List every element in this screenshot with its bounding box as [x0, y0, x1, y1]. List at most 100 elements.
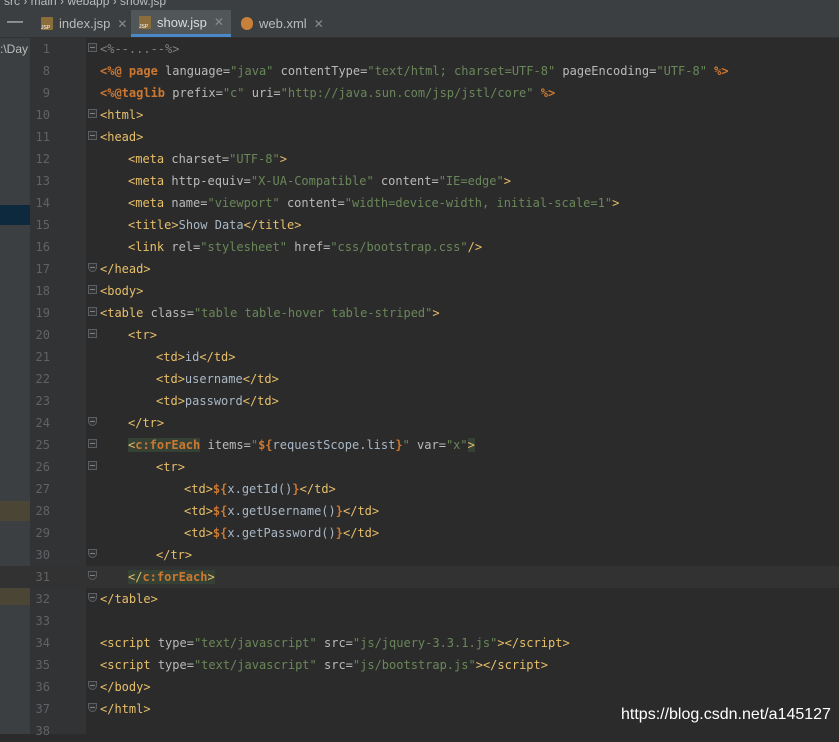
code-token: >	[271, 394, 279, 408]
code-line[interactable]: 21 <td>id</td>	[0, 346, 839, 368]
fold-end-icon[interactable]	[88, 571, 97, 580]
code-line[interactable]: 23 <td>password</td>	[0, 390, 839, 412]
fold-end-icon[interactable]	[88, 593, 97, 602]
code-text: <%@ page language="java" contentType="te…	[100, 60, 729, 82]
code-line[interactable]: 33	[0, 610, 839, 632]
code-line[interactable]: 28 <td>${x.getUsername()}</td>	[0, 500, 839, 522]
code-line[interactable]: 22 <td>username</td>	[0, 368, 839, 390]
fold-collapse-icon[interactable]	[88, 285, 97, 294]
code-token: username	[184, 372, 243, 386]
code-line[interactable]: 32 </table>	[0, 588, 839, 610]
code-line[interactable]: 29 <td>${x.getPassword()}</td>	[0, 522, 839, 544]
code-text: <meta charset="UTF-8">	[128, 148, 287, 170]
line-number[interactable]: 1	[30, 38, 50, 60]
fold-end-icon[interactable]	[88, 549, 97, 558]
line-number[interactable]: 28	[30, 500, 50, 522]
code-line[interactable]: 31 </c:forEach>	[0, 566, 839, 588]
tab-web-xml[interactable]: web.xml ✕	[233, 10, 328, 37]
code-line[interactable]: 18 <body>	[0, 280, 839, 302]
code-line[interactable]: 17 </head>	[0, 258, 839, 280]
code-line[interactable]: 14 <meta name="viewport" content="width=d…	[0, 192, 839, 214]
line-number[interactable]: 15	[30, 214, 50, 236]
line-number[interactable]: 35	[30, 654, 50, 676]
line-number[interactable]: 27	[30, 478, 50, 500]
code-line[interactable]: 35 <script type="text/javascript" src="js…	[0, 654, 839, 676]
code-line[interactable]: 13 <meta http-equiv="X-UA-Compatible" con…	[0, 170, 839, 192]
close-icon[interactable]: ✕	[214, 15, 224, 29]
collapse-panel-button[interactable]: —	[0, 10, 30, 37]
code-line[interactable]: 34 <script type="text/javascript" src="js…	[0, 632, 839, 654]
line-number[interactable]: 31	[30, 566, 50, 588]
code-line[interactable]: 10 <html>	[0, 104, 839, 126]
code-line[interactable]: 16 <link rel="stylesheet" href="css/boots…	[0, 236, 839, 258]
line-number[interactable]: 14	[30, 192, 50, 214]
line-number[interactable]: 33	[30, 610, 50, 632]
line-number[interactable]: 23	[30, 390, 50, 412]
fold-end-icon[interactable]	[88, 417, 97, 426]
line-number[interactable]: 13	[30, 170, 50, 192]
code-line[interactable]: 24 </tr>	[0, 412, 839, 434]
breadcrumb[interactable]: src › main › webapp › show.jsp	[4, 0, 166, 8]
line-number[interactable]: 32	[30, 588, 50, 610]
tab-show-jsp[interactable]: show.jsp ✕	[131, 10, 231, 37]
code-line[interactable]: 8 <%@ page language="java" contentType="t…	[0, 60, 839, 82]
code-token: td	[191, 526, 206, 540]
code-line[interactable]: 25 <c:forEach items="${requestScope.list}…	[0, 434, 839, 456]
code-line[interactable]: 20 <tr>	[0, 324, 839, 346]
line-number[interactable]: 38	[30, 720, 50, 742]
line-number[interactable]: 16	[30, 236, 50, 258]
line-number[interactable]: 20	[30, 324, 50, 346]
code-text: </tr>	[128, 412, 164, 434]
fold-end-icon[interactable]	[88, 703, 97, 712]
code-line[interactable]: 1 <%--...--%>	[0, 38, 839, 60]
fold-end-icon[interactable]	[88, 263, 97, 272]
code-token: src=	[316, 658, 353, 672]
close-icon[interactable]: ✕	[314, 17, 324, 31]
line-number[interactable]: 34	[30, 632, 50, 654]
fold-collapse-icon[interactable]	[88, 131, 97, 140]
line-number[interactable]: 25	[30, 434, 50, 456]
code-token: "table table-hover table-striped"	[193, 306, 433, 320]
line-number[interactable]: 12	[30, 148, 50, 170]
fold-collapse-icon[interactable]	[88, 43, 97, 52]
line-number[interactable]: 36	[30, 676, 50, 698]
fold-collapse-icon[interactable]	[88, 439, 97, 448]
fold-collapse-icon[interactable]	[88, 109, 97, 118]
code-line[interactable]: 36 </body>	[0, 676, 839, 698]
code-token: href=	[286, 240, 331, 254]
line-number[interactable]: 24	[30, 412, 50, 434]
code-line[interactable]: 15 <title>Show Data</title>	[0, 214, 839, 236]
line-number[interactable]: 17	[30, 258, 50, 280]
code-token: >	[279, 152, 287, 166]
code-line[interactable]: 27 <td>${x.getId()}</td>	[0, 478, 839, 500]
fold-collapse-icon[interactable]	[88, 461, 97, 470]
line-number[interactable]: 11	[30, 126, 50, 148]
line-number[interactable]: 10	[30, 104, 50, 126]
line-number[interactable]: 29	[30, 522, 50, 544]
line-number[interactable]: 18	[30, 280, 50, 302]
code-token: meta	[135, 174, 172, 188]
code-line[interactable]: 11 <head>	[0, 126, 839, 148]
code-line[interactable]: 19 <table class="table table-hover table-…	[0, 302, 839, 324]
close-icon[interactable]: ✕	[117, 17, 127, 31]
line-number[interactable]: 22	[30, 368, 50, 390]
line-number[interactable]: 8	[30, 60, 50, 82]
line-number[interactable]: 9	[30, 82, 50, 104]
code-text: <td>${x.getId()}</td>	[184, 478, 336, 500]
code-line[interactable]: 26 <tr>	[0, 456, 839, 478]
line-number[interactable]: 26	[30, 456, 50, 478]
code-token: head	[107, 130, 137, 144]
code-line[interactable]: 9 <%@taglib prefix="c" uri="http://java.s…	[0, 82, 839, 104]
fold-collapse-icon[interactable]	[88, 307, 97, 316]
line-number[interactable]: 37	[30, 698, 50, 720]
code-line[interactable]: 12 <meta charset="UTF-8">	[0, 148, 839, 170]
line-number[interactable]: 19	[30, 302, 50, 324]
line-number[interactable]: 21	[30, 346, 50, 368]
fold-collapse-icon[interactable]	[88, 329, 97, 338]
fold-end-icon[interactable]	[88, 681, 97, 690]
line-number[interactable]: 30	[30, 544, 50, 566]
tab-index-jsp[interactable]: index.jsp ✕	[33, 10, 129, 37]
code-line[interactable]: 30 </tr>	[0, 544, 839, 566]
code-token: x.getUsername()	[227, 504, 336, 518]
code-token: >	[371, 504, 380, 518]
